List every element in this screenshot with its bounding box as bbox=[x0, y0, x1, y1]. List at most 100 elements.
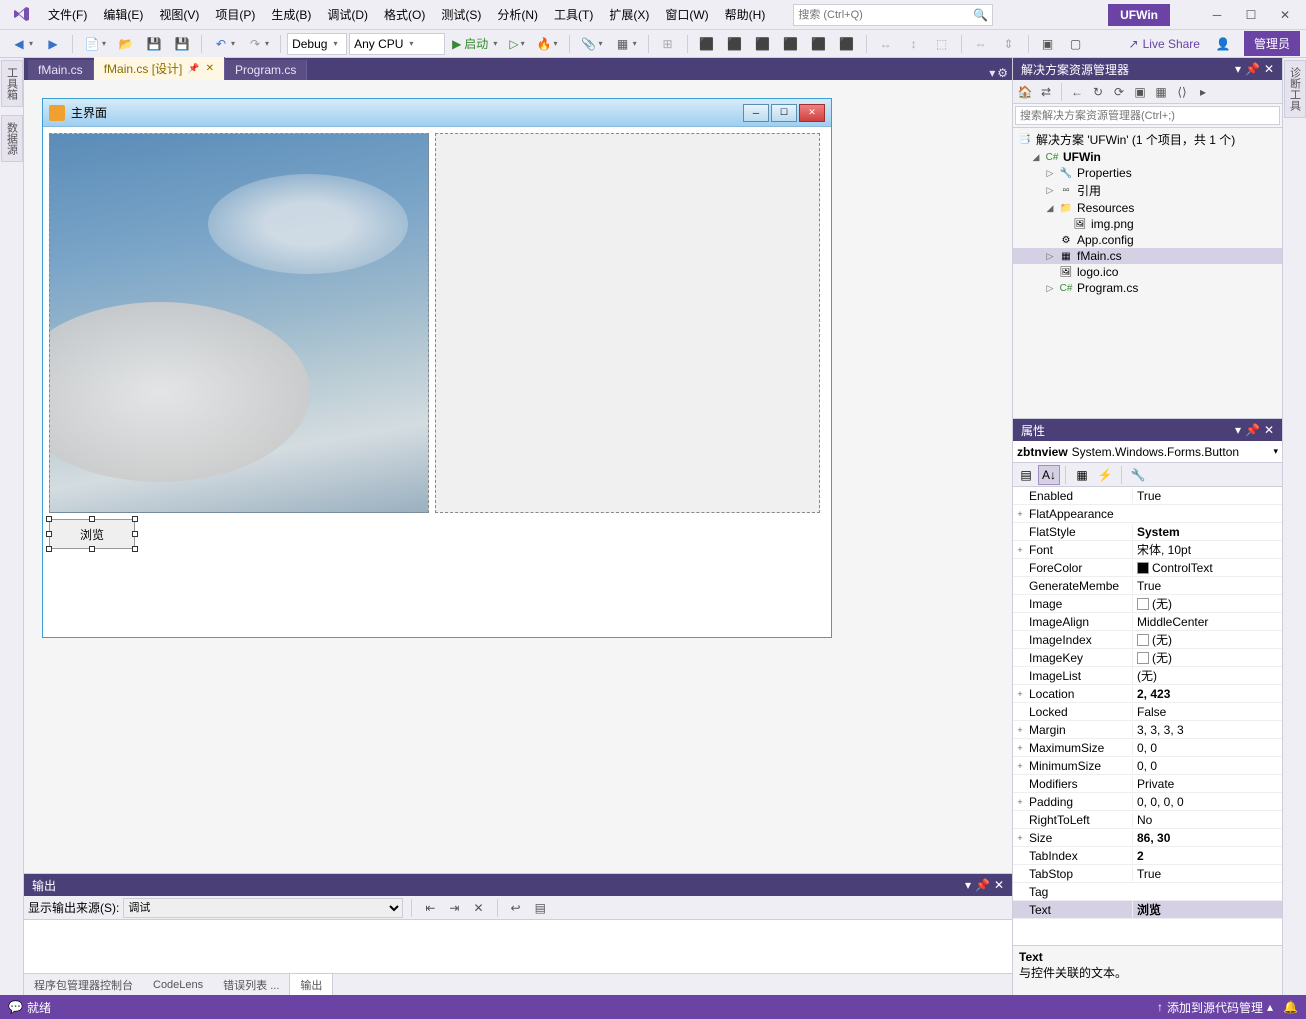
sol-switch-icon[interactable]: ⇄ bbox=[1036, 82, 1056, 102]
start-debug-button[interactable]: ▶启动 bbox=[447, 32, 502, 55]
output-toggle-icon[interactable]: ▤ bbox=[530, 898, 551, 918]
menu-file[interactable]: 文件(F) bbox=[40, 2, 95, 27]
property-row[interactable]: +Padding0, 0, 0, 0 bbox=[1013, 793, 1282, 811]
same-size-icon[interactable]: ⬚ bbox=[929, 33, 955, 55]
sol-home-icon[interactable]: 🏠 bbox=[1015, 82, 1035, 102]
property-row[interactable]: GenerateMembeTrue bbox=[1013, 577, 1282, 595]
align-left-icon[interactable]: ⬛ bbox=[694, 33, 720, 55]
property-row[interactable]: FlatStyleSystem bbox=[1013, 523, 1282, 541]
undo-button[interactable]: ↶ bbox=[208, 33, 240, 55]
save-all-button[interactable]: 💾 bbox=[169, 33, 195, 55]
pin-icon[interactable]: 📌 bbox=[188, 63, 199, 74]
sol-search-input[interactable] bbox=[1015, 106, 1280, 125]
property-row[interactable]: ImageIndex(无) bbox=[1013, 631, 1282, 649]
property-row[interactable]: +MaximumSize0, 0 bbox=[1013, 739, 1282, 757]
richtextbox[interactable] bbox=[435, 133, 820, 513]
sol-collapse-icon[interactable]: ▣ bbox=[1130, 82, 1150, 102]
property-row[interactable]: LockedFalse bbox=[1013, 703, 1282, 721]
tab-dropdown-icon[interactable]: ▾ bbox=[989, 66, 995, 80]
panel-pin-icon[interactable]: 📌 bbox=[975, 878, 990, 892]
close-tab-icon[interactable]: ✕ bbox=[206, 63, 214, 74]
tree-fmain[interactable]: ▷▦fMain.cs bbox=[1013, 248, 1282, 264]
menu-window[interactable]: 窗口(W) bbox=[657, 2, 716, 27]
prop-events-icon[interactable]: ⚡ bbox=[1094, 465, 1116, 485]
same-width-icon[interactable]: ↔ bbox=[873, 33, 899, 55]
property-row[interactable]: ModifiersPrivate bbox=[1013, 775, 1282, 793]
sol-showall-icon[interactable]: ▦ bbox=[1151, 82, 1171, 102]
redo-button[interactable]: ↷ bbox=[242, 33, 274, 55]
sol-back-icon[interactable]: ← bbox=[1067, 82, 1087, 102]
designer-surface[interactable]: 主界面 ─ ☐ ✕ 浏览 bbox=[24, 80, 1012, 873]
property-row[interactable]: ImageList(无) bbox=[1013, 667, 1282, 685]
property-row[interactable]: +FlatAppearance bbox=[1013, 505, 1282, 523]
output-text[interactable] bbox=[24, 920, 1012, 973]
diagnostics-tab[interactable]: 诊断工具 bbox=[1284, 60, 1306, 118]
property-row[interactable]: +Location2, 423 bbox=[1013, 685, 1282, 703]
tree-logo[interactable]: 🖼logo.ico bbox=[1013, 264, 1282, 280]
menu-analyze[interactable]: 分析(N) bbox=[489, 2, 546, 27]
property-row[interactable]: ImageAlignMiddleCenter bbox=[1013, 613, 1282, 631]
property-row[interactable]: ForeColorControlText bbox=[1013, 559, 1282, 577]
prop-close-icon[interactable]: ✕ bbox=[1264, 423, 1274, 437]
output-clear-icon[interactable]: ✕ bbox=[468, 898, 488, 918]
panel-dropdown-icon[interactable]: ▾ bbox=[965, 878, 971, 892]
sol-preview-icon[interactable]: ▸ bbox=[1193, 82, 1213, 102]
sol-sync-icon[interactable]: ↻ bbox=[1088, 82, 1108, 102]
menu-extensions[interactable]: 扩展(X) bbox=[601, 2, 657, 27]
maximize-button[interactable]: ☐ bbox=[1234, 4, 1268, 26]
sol-refresh-icon[interactable]: ⟳ bbox=[1109, 82, 1129, 102]
sol-pin-icon[interactable]: 📌 bbox=[1245, 62, 1260, 76]
minimize-button[interactable]: ─ bbox=[1200, 4, 1234, 26]
property-row[interactable]: Tag bbox=[1013, 883, 1282, 901]
tab-settings-icon[interactable]: ⚙ bbox=[997, 66, 1008, 80]
step-button[interactable]: ▦ bbox=[610, 33, 642, 55]
sol-properties-icon[interactable]: ⟨⟩ bbox=[1172, 82, 1192, 102]
align-right-icon[interactable]: ⬛ bbox=[750, 33, 776, 55]
hot-reload-button[interactable]: 🔥 bbox=[532, 34, 563, 54]
save-button[interactable]: 💾 bbox=[141, 33, 167, 55]
align-top-icon[interactable]: ⬛ bbox=[778, 33, 804, 55]
feedback-icon[interactable]: 👤 bbox=[1210, 33, 1236, 55]
align-center-icon[interactable]: ⬛ bbox=[722, 33, 748, 55]
properties-grid[interactable]: EnabledTrue+FlatAppearanceFlatStyleSyste… bbox=[1013, 487, 1282, 945]
align-grid-icon[interactable]: ⊞ bbox=[655, 33, 681, 55]
property-row[interactable]: TabIndex2 bbox=[1013, 847, 1282, 865]
tree-resources[interactable]: ◢📁Resources bbox=[1013, 200, 1282, 216]
live-share-button[interactable]: ↗ Live Share bbox=[1121, 37, 1208, 51]
prop-alphabetical-icon[interactable]: A↓ bbox=[1038, 465, 1060, 485]
property-row[interactable]: Text浏览 bbox=[1013, 901, 1282, 919]
btab-output[interactable]: 输出 bbox=[289, 973, 333, 996]
quick-launch-search[interactable]: 🔍 bbox=[793, 4, 993, 26]
menu-edit[interactable]: 编辑(E) bbox=[95, 2, 151, 27]
property-row[interactable]: TabStopTrue bbox=[1013, 865, 1282, 883]
menu-view[interactable]: 视图(V) bbox=[151, 2, 207, 27]
property-row[interactable]: +Margin3, 3, 3, 3 bbox=[1013, 721, 1282, 739]
prop-pin-icon[interactable]: 📌 bbox=[1245, 423, 1260, 437]
prop-properties-icon[interactable]: ▦ bbox=[1071, 465, 1093, 485]
menu-format[interactable]: 格式(O) bbox=[376, 2, 433, 27]
tree-project[interactable]: ◢C#UFWin bbox=[1013, 149, 1282, 165]
same-height-icon[interactable]: ↕ bbox=[901, 33, 927, 55]
prop-dropdown-icon[interactable]: ▾ bbox=[1235, 423, 1241, 437]
search-input[interactable] bbox=[798, 9, 973, 21]
tree-references[interactable]: ▷▫▫引用 bbox=[1013, 181, 1282, 200]
start-no-debug-button[interactable]: ▷ bbox=[504, 34, 529, 54]
btab-pkgmgr[interactable]: 程序包管理器控制台 bbox=[24, 974, 143, 996]
config-combo[interactable]: Debug bbox=[287, 33, 347, 55]
tree-properties[interactable]: ▷🔧Properties bbox=[1013, 165, 1282, 181]
solution-tree[interactable]: 📑解决方案 'UFWin' (1 个项目，共 1 个) ◢C#UFWin ▷🔧P… bbox=[1013, 128, 1282, 418]
sol-dropdown-icon[interactable]: ▾ bbox=[1235, 62, 1241, 76]
vspace-icon[interactable]: ⇕ bbox=[996, 33, 1022, 55]
menu-tools[interactable]: 工具(T) bbox=[546, 2, 601, 27]
tab-fmain-design[interactable]: fMain.cs [设计]📌✕ bbox=[94, 57, 225, 80]
property-row[interactable]: +Size86, 30 bbox=[1013, 829, 1282, 847]
picturebox[interactable] bbox=[49, 133, 429, 513]
property-row[interactable]: ImageKey(无) bbox=[1013, 649, 1282, 667]
menu-debug[interactable]: 调试(D) bbox=[319, 2, 376, 27]
bell-icon[interactable]: 🔔 bbox=[1283, 1000, 1298, 1014]
hspace-icon[interactable]: ⇔ bbox=[968, 33, 994, 55]
menu-test[interactable]: 测试(S) bbox=[433, 2, 489, 27]
platform-combo[interactable]: Any CPU bbox=[349, 33, 445, 55]
align-middle-icon[interactable]: ⬛ bbox=[806, 33, 832, 55]
prop-categorized-icon[interactable]: ▤ bbox=[1015, 465, 1037, 485]
